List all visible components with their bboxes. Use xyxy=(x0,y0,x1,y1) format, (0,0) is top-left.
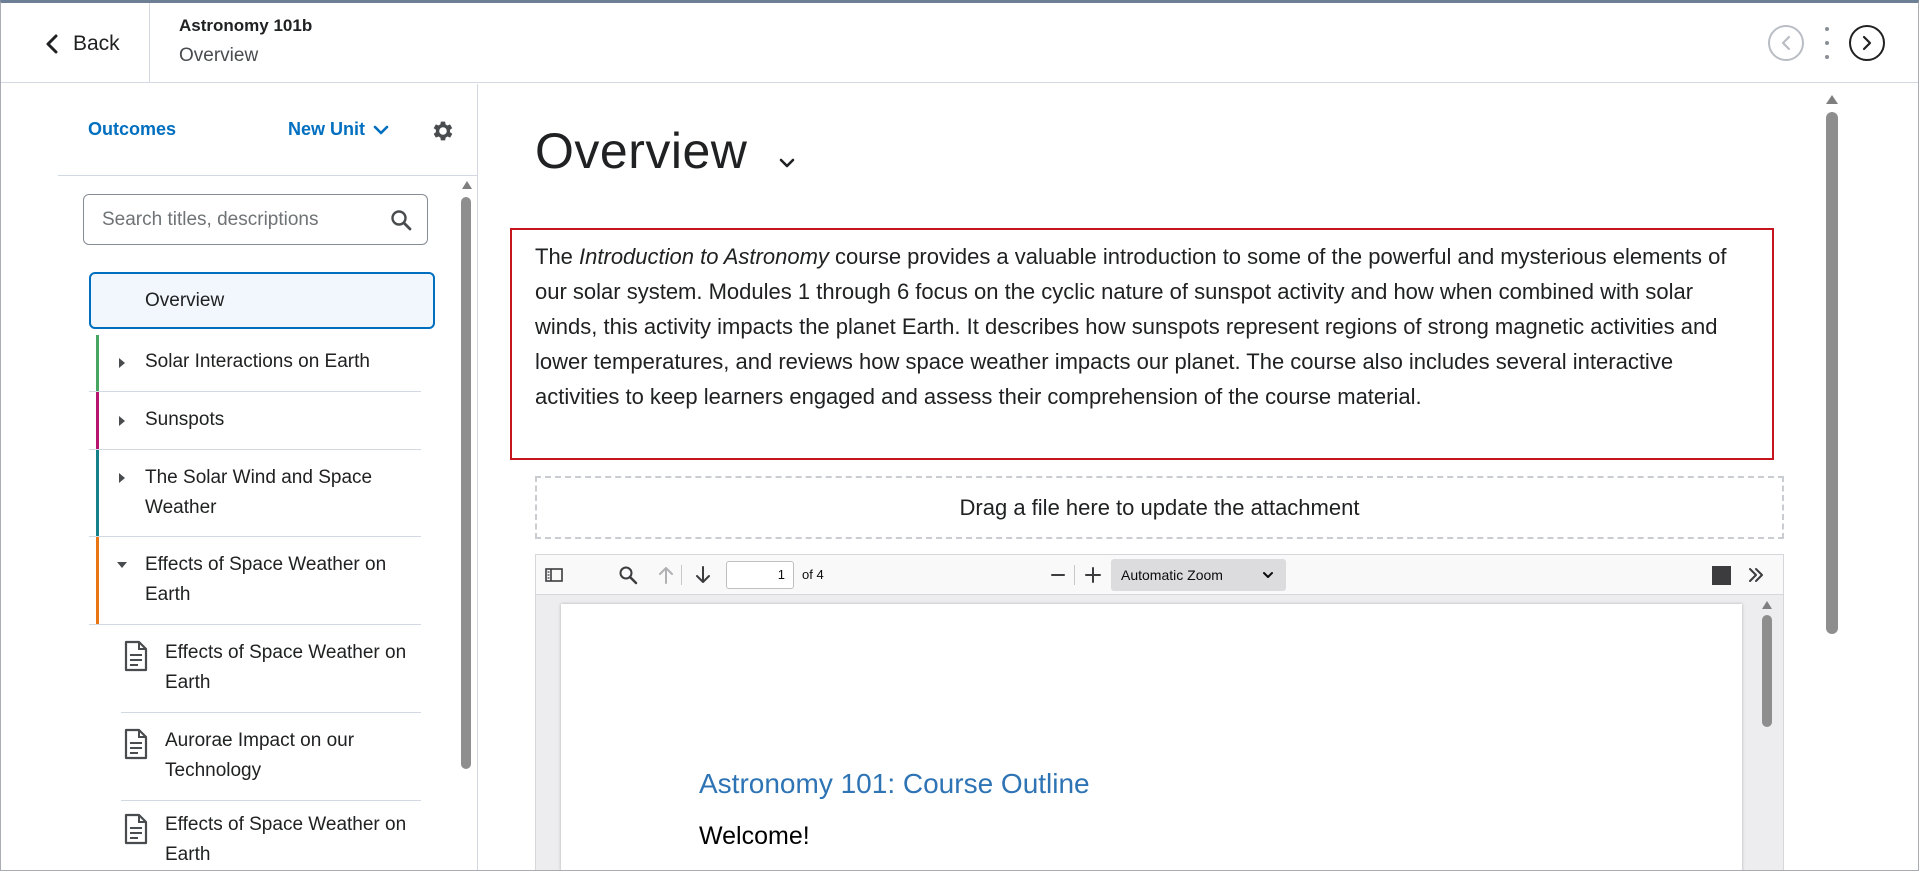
file-dropzone[interactable]: Drag a file here to update the attachmen… xyxy=(535,476,1784,539)
main-content: Overview The Introduction to Astronomy c… xyxy=(479,84,1918,870)
search-field[interactable] xyxy=(83,194,428,245)
pdf-welcome-text: Welcome! xyxy=(699,822,810,850)
course-name-italic: Introduction to Astronomy xyxy=(579,244,829,269)
chevron-down-icon xyxy=(1263,572,1273,578)
zoom-out-icon[interactable] xyxy=(1048,565,1068,585)
double-chevron-right-icon[interactable] xyxy=(1746,565,1766,585)
zoom-in-icon[interactable] xyxy=(1083,565,1103,585)
caret-right-icon[interactable] xyxy=(117,414,127,428)
divider xyxy=(149,3,150,83)
zoom-select[interactable]: Automatic Zoom xyxy=(1111,559,1286,591)
description-text: The Introduction to Astronomy course pro… xyxy=(535,239,1755,414)
document-icon xyxy=(124,728,148,760)
page-count: of 4 xyxy=(802,567,824,582)
arrow-up-icon[interactable] xyxy=(656,565,676,585)
main-scroll-up-arrow[interactable] xyxy=(1826,95,1838,104)
app-window: Back Astronomy 101b Overview Outcomes Ne… xyxy=(0,0,1919,871)
tree-item-effects-space-weather[interactable]: Effects of Space Weather on Earth xyxy=(89,537,421,625)
caret-down-icon[interactable] xyxy=(115,560,129,570)
module-color-bar xyxy=(96,392,99,449)
zoom-value: Automatic Zoom xyxy=(1121,567,1223,583)
new-unit-label: New Unit xyxy=(288,119,366,139)
pdf-page: Astronomy 101: Course Outline Welcome! xyxy=(561,604,1742,870)
pdf-heading: Astronomy 101: Course Outline xyxy=(699,768,1090,799)
outcomes-link[interactable]: Outcomes xyxy=(88,119,176,140)
chevron-right-icon xyxy=(1862,35,1872,51)
search-icon[interactable] xyxy=(618,565,638,585)
caret-right-icon[interactable] xyxy=(117,471,127,485)
pdf-viewer: 1 of 4 Automatic Zoom Astronomy 101: Cou… xyxy=(535,554,1784,870)
tree-item-label: Effects of Space Weather on Earth xyxy=(165,814,407,865)
chevron-left-icon xyxy=(46,34,58,54)
description-prefix: The xyxy=(535,244,580,269)
tree-item-label: Overview xyxy=(145,290,225,311)
tree-item-topic[interactable]: Effects of Space Weather on Earth xyxy=(121,801,421,870)
pdf-toolbar: 1 of 4 Automatic Zoom xyxy=(536,555,1783,595)
sidebar-scroll-up-arrow[interactable] xyxy=(462,181,472,189)
dropzone-label: Drag a file here to update the attachmen… xyxy=(959,494,1360,520)
page-number-input[interactable]: 1 xyxy=(726,561,794,589)
back-button[interactable]: Back xyxy=(45,29,120,59)
main-scrollbar[interactable] xyxy=(1826,112,1838,634)
search-icon[interactable] xyxy=(389,208,413,232)
sidebar-toggle-icon[interactable] xyxy=(544,565,564,585)
tree-item-label: Solar Interactions on Earth xyxy=(145,351,370,372)
sidebar-header: Outcomes New Unit xyxy=(58,84,478,176)
sidebar: Outcomes New Unit Overview Solar Interac… xyxy=(1,84,478,870)
module-color-bar xyxy=(96,450,99,536)
pdf-canvas-area[interactable]: Astronomy 101: Course Outline Welcome! xyxy=(536,596,1783,870)
gear-icon[interactable] xyxy=(430,118,456,144)
tree-item-label: Effects of Space Weather on Earth xyxy=(165,642,407,693)
top-bar: Back Astronomy 101b Overview xyxy=(1,3,1918,83)
new-unit-button[interactable]: New Unit xyxy=(288,119,389,140)
tree-item-solar-interactions[interactable]: Solar Interactions on Earth xyxy=(89,335,421,392)
sidebar-scrollbar[interactable] xyxy=(461,197,471,769)
module-color-bar xyxy=(96,335,99,391)
toolbar-separator xyxy=(681,565,682,585)
tree-item-label: Aurorae Impact on our Technology xyxy=(165,730,355,781)
tree-item-label: Sunspots xyxy=(145,409,225,430)
course-subtitle: Overview xyxy=(179,45,259,66)
module-color-bar xyxy=(96,537,99,624)
toolbar-separator xyxy=(1074,565,1075,585)
chevron-down-icon xyxy=(373,125,389,134)
document-icon xyxy=(124,813,148,845)
chevron-down-icon[interactable] xyxy=(777,156,797,170)
previous-topic-button[interactable] xyxy=(1768,25,1804,61)
search-input[interactable] xyxy=(102,207,382,233)
tree-item-topic[interactable]: Aurorae Impact on our Technology xyxy=(121,713,421,801)
course-title: Astronomy 101b xyxy=(179,16,313,35)
next-topic-button[interactable] xyxy=(1849,25,1885,61)
tree-item-sunspots[interactable]: Sunspots xyxy=(89,392,421,450)
viewer-scrollbar[interactable] xyxy=(1762,615,1772,727)
arrow-down-icon[interactable] xyxy=(693,565,713,585)
tree-item-overview[interactable]: Overview xyxy=(89,272,435,329)
tree-item-solar-wind[interactable]: The Solar Wind and Space Weather xyxy=(89,450,421,537)
presentation-mode-icon[interactable] xyxy=(1712,566,1731,585)
tree-item-topic[interactable]: Effects of Space Weather on Earth xyxy=(121,625,421,713)
tree-item-label: Effects of Space Weather on Earth xyxy=(145,554,387,605)
kebab-icon[interactable] xyxy=(1824,27,1830,59)
page-title: Overview xyxy=(535,123,748,179)
viewer-scroll-up-arrow[interactable] xyxy=(1762,601,1772,609)
chevron-left-icon xyxy=(1781,35,1791,51)
tree-item-label: The Solar Wind and Space Weather xyxy=(145,467,373,518)
document-icon xyxy=(124,640,148,672)
back-label: Back xyxy=(73,32,120,55)
caret-right-icon[interactable] xyxy=(117,356,127,370)
description-box[interactable]: The Introduction to Astronomy course pro… xyxy=(510,228,1774,460)
